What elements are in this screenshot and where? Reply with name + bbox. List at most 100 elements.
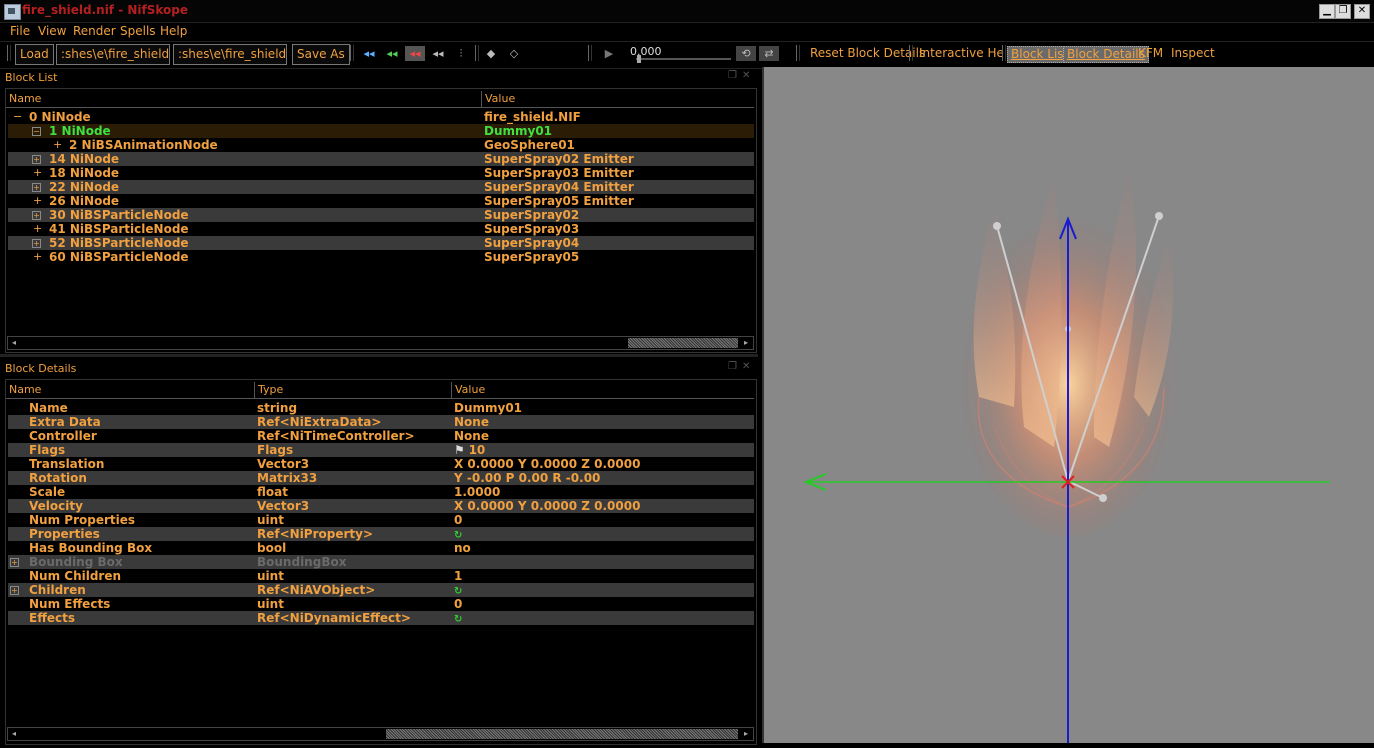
switch-icon[interactable]: ⇄ xyxy=(759,46,779,61)
detail-row[interactable]: Num Children uint 1 xyxy=(8,569,754,583)
detail-row[interactable]: Translation Vector3 X 0.0000 Y 0.0000 Z 0.… xyxy=(8,457,754,471)
menu-file[interactable]: File xyxy=(10,24,30,38)
field-value[interactable]: ↻ xyxy=(454,583,464,597)
field-value[interactable]: 1 xyxy=(454,569,462,583)
scroll-right-icon[interactable]: ▸ xyxy=(740,337,752,349)
field-value[interactable]: ⚑ 10 xyxy=(454,443,485,457)
collapse-icon[interactable]: − xyxy=(32,127,41,136)
refresh-link-icon[interactable]: ↻ xyxy=(454,587,464,597)
save-as-button[interactable]: Save As xyxy=(292,44,350,65)
detail-row[interactable]: + Bounding Box BoundingBox xyxy=(8,555,754,569)
detail-row[interactable]: Name string Dummy01 xyxy=(8,401,754,415)
render-viewport[interactable] xyxy=(762,67,1374,743)
detail-row[interactable]: Effects Ref<NiDynamicEffect> ↻ xyxy=(8,611,754,625)
view-user-icon[interactable]: ⫶ xyxy=(451,46,471,61)
loop-icon[interactable]: ⟲ xyxy=(736,46,756,61)
col-header-value[interactable]: Value xyxy=(481,91,515,107)
field-value[interactable]: Y -0.00 P 0.00 R -0.00 xyxy=(454,471,600,485)
tree-row[interactable]: + 14 NiNode SuperSpray02 Emitter xyxy=(8,152,754,166)
view-side-icon[interactable]: ◂◂ xyxy=(382,46,402,61)
scroll-left-icon[interactable]: ◂ xyxy=(8,728,20,740)
tree-row[interactable]: + 2 NiBSAnimationNode GeoSphere01 xyxy=(8,138,754,152)
expand-icon[interactable]: + xyxy=(32,239,41,248)
field-value[interactable]: ↻ xyxy=(454,527,464,541)
close-button[interactable]: ✕ xyxy=(1354,4,1370,19)
detail-row[interactable]: Num Effects uint 0 xyxy=(8,597,754,611)
load-button[interactable]: Load xyxy=(15,44,54,65)
expand-icon[interactable]: + xyxy=(33,222,42,236)
expand-icon[interactable]: + xyxy=(32,211,41,220)
scroll-left-icon[interactable]: ◂ xyxy=(8,337,20,349)
expand-icon[interactable]: + xyxy=(53,138,62,152)
expand-icon[interactable]: + xyxy=(33,250,42,264)
panel-close-icon[interactable]: ✕ xyxy=(742,361,750,372)
flip-icon[interactable]: ◆ xyxy=(481,46,501,61)
detail-row[interactable]: Flags Flags ⚑ 10 xyxy=(8,443,754,457)
scroll-thumb[interactable] xyxy=(386,729,738,739)
field-value[interactable]: 0 xyxy=(454,513,462,527)
tree-row-selected[interactable]: − 1 NiNode Dummy01 xyxy=(8,124,754,138)
detail-row[interactable]: Scale float 1.0000 xyxy=(8,485,754,499)
field-value[interactable]: X 0.0000 Y 0.0000 Z 0.0000 xyxy=(454,457,640,471)
field-value[interactable]: X 0.0000 Y 0.0000 Z 0.0000 xyxy=(454,499,640,513)
block-details-hscrollbar[interactable]: ◂ ▸ xyxy=(7,727,754,741)
panel-float-icon[interactable]: ❐ xyxy=(728,70,737,81)
menu-help[interactable]: Help xyxy=(160,24,187,38)
panel-float-icon[interactable]: ❐ xyxy=(728,361,737,372)
tree-row[interactable]: + 30 NiBSParticleNode SuperSpray02 xyxy=(8,208,754,222)
detail-row[interactable]: Extra Data Ref<NiExtraData> None xyxy=(8,415,754,429)
field-value[interactable]: Dummy01 xyxy=(454,401,522,415)
tree-row[interactable]: − 0 NiNode fire_shield.NIF xyxy=(8,110,754,124)
detail-row[interactable]: Properties Ref<NiProperty> ↻ xyxy=(8,527,754,541)
scroll-right-icon[interactable]: ▸ xyxy=(740,728,752,740)
view-walk-icon[interactable]: ◂◂ xyxy=(359,46,379,61)
tree-row[interactable]: + 18 NiNode SuperSpray03 Emitter xyxy=(8,166,754,180)
collapse-icon[interactable]: − xyxy=(13,110,22,124)
view-top-icon[interactable]: ◂◂ xyxy=(428,46,448,61)
time-slider-handle[interactable] xyxy=(637,55,641,63)
inspect-toggle[interactable]: Inspect xyxy=(1167,44,1219,63)
perspective-icon[interactable]: ◇ xyxy=(504,46,524,61)
time-slider[interactable] xyxy=(636,58,731,60)
expand-icon[interactable]: + xyxy=(32,155,41,164)
col-header-name[interactable]: Name xyxy=(6,382,41,398)
detail-row[interactable]: Velocity Vector3 X 0.0000 Y 0.0000 Z 0.000… xyxy=(8,499,754,513)
detail-row[interactable]: Has Bounding Box bool no xyxy=(8,541,754,555)
field-value[interactable]: 1.0000 xyxy=(454,485,500,499)
save-path-field[interactable]: :shes\e\fire_shield.nif xyxy=(173,44,287,65)
expand-icon[interactable]: + xyxy=(10,558,19,567)
load-path-field[interactable]: :shes\e\fire_shield.nif xyxy=(56,44,170,65)
refresh-link-icon[interactable]: ↻ xyxy=(454,531,464,541)
expand-icon[interactable]: + xyxy=(33,194,42,208)
block-list-hscrollbar[interactable]: ◂ ▸ xyxy=(7,336,754,350)
panel-close-icon[interactable]: ✕ xyxy=(742,70,750,81)
field-value[interactable]: 0 xyxy=(454,597,462,611)
detail-row[interactable]: Num Properties uint 0 xyxy=(8,513,754,527)
panel-splitter[interactable] xyxy=(0,354,758,357)
tree-row[interactable]: + 41 NiBSParticleNode SuperSpray03 xyxy=(8,222,754,236)
detail-row[interactable]: + Children Ref<NiAVObject> ↻ xyxy=(8,583,754,597)
restore-button[interactable]: ❐ xyxy=(1335,4,1351,19)
expand-icon[interactable]: + xyxy=(10,586,19,595)
tree-row[interactable]: + 60 NiBSParticleNode SuperSpray05 xyxy=(8,250,754,264)
col-header-type[interactable]: Type xyxy=(254,382,283,398)
minimize-button[interactable]: ▁ xyxy=(1319,4,1335,19)
tree-row[interactable]: + 26 NiNode SuperSpray05 Emitter xyxy=(8,194,754,208)
detail-row[interactable]: Rotation Matrix33 Y -0.00 P 0.00 R -0.00 xyxy=(8,471,754,485)
detail-row[interactable]: Controller Ref<NiTimeController> None xyxy=(8,429,754,443)
tree-row[interactable]: + 22 NiNode SuperSpray04 Emitter xyxy=(8,180,754,194)
field-value[interactable]: None xyxy=(454,429,489,443)
scroll-thumb[interactable] xyxy=(628,338,738,348)
expand-icon[interactable]: + xyxy=(32,183,41,192)
field-value[interactable]: no xyxy=(454,541,471,555)
field-value[interactable]: ↻ xyxy=(454,611,464,625)
play-icon[interactable]: ▶ xyxy=(599,46,619,61)
tree-row[interactable]: + 52 NiBSParticleNode SuperSpray04 xyxy=(8,236,754,250)
col-header-value[interactable]: Value xyxy=(451,382,485,398)
menu-render[interactable]: Render xyxy=(73,24,116,38)
kfm-toggle[interactable]: KFM xyxy=(1134,44,1167,63)
expand-icon[interactable]: + xyxy=(33,166,42,180)
menu-view[interactable]: View xyxy=(38,24,66,38)
menu-spells[interactable]: Spells xyxy=(120,24,156,38)
view-front-icon[interactable]: ◂◂ xyxy=(405,46,425,61)
